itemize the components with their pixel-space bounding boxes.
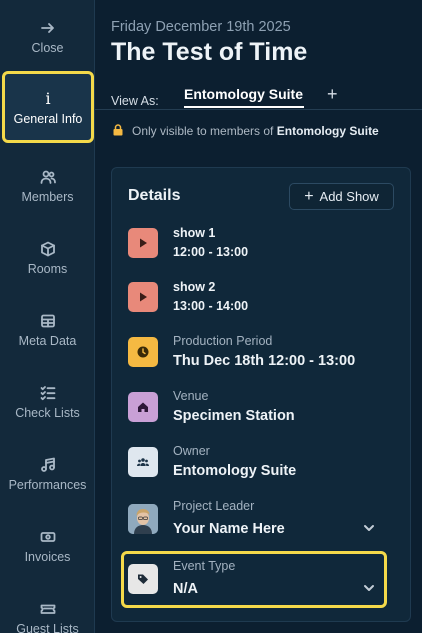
add-show-label: Add Show [319, 189, 379, 204]
sidebar-item-label: Members [21, 189, 74, 204]
sidebar-item-close[interactable]: Close [0, 0, 95, 72]
sidebar-item-label: Rooms [27, 261, 68, 276]
project-leader-label: Project Leader [173, 499, 255, 513]
sidebar-item-invoices[interactable]: Invoices [0, 509, 95, 581]
sidebar-item-label: Performances [8, 477, 87, 492]
cube-icon [40, 239, 56, 259]
visibility-note: Only visible to members of Entomology Su… [132, 124, 379, 138]
event-type-label: Event Type [173, 559, 236, 573]
sidebar-item-label: Guest Lists [16, 621, 79, 633]
add-show-button[interactable]: + Add Show [289, 183, 394, 210]
owner-label: Owner [173, 444, 210, 458]
money-icon [40, 527, 56, 547]
venue-value[interactable]: Specimen Station [173, 408, 295, 424]
sidebar-item-meta-data[interactable]: Meta Data [0, 293, 95, 365]
tab-entomology-suite[interactable]: Entomology Suite [184, 86, 303, 102]
production-period-label: Production Period [173, 334, 273, 348]
chevron-down-icon[interactable] [362, 521, 376, 535]
music-icon [40, 455, 56, 475]
details-title: Details [128, 187, 181, 204]
sidebar: Close i General Info Members Rooms Meta … [0, 0, 95, 633]
sidebar-item-label: General Info [13, 111, 83, 126]
chevron-down-icon[interactable] [362, 581, 376, 595]
group-icon [128, 447, 158, 477]
sidebar-item-label: Invoices [24, 549, 71, 564]
sidebar-item-rooms[interactable]: Rooms [0, 221, 95, 293]
venue-label: Venue [173, 389, 209, 403]
owner-value[interactable]: Entomology Suite [173, 463, 296, 479]
page-title: The Test of Time [111, 38, 308, 66]
home-icon [128, 392, 158, 422]
sidebar-item-label: Meta Data [18, 333, 77, 348]
sidebar-item-general-info[interactable]: i General Info [2, 71, 94, 143]
show-name[interactable]: show 2 [173, 280, 215, 294]
sidebar-item-members[interactable]: Members [0, 149, 95, 221]
tab-divider [95, 109, 422, 110]
event-type-select[interactable]: N/A [173, 581, 198, 597]
app-window: Close i General Info Members Rooms Meta … [0, 0, 422, 633]
sidebar-item-label: Close [31, 40, 64, 55]
project-leader-select[interactable]: Your Name Here [173, 521, 285, 537]
show-time: 13:00 - 14:00 [173, 299, 249, 313]
avatar [128, 504, 158, 534]
show-name[interactable]: show 1 [173, 226, 215, 240]
play-icon[interactable] [128, 228, 158, 258]
play-icon[interactable] [128, 282, 158, 312]
add-tab-button[interactable]: + [327, 84, 338, 105]
lock-icon [113, 124, 123, 136]
tag-icon [128, 564, 158, 594]
sidebar-item-check-lists[interactable]: Check Lists [0, 365, 95, 437]
sidebar-item-label: Check Lists [15, 405, 80, 420]
visibility-prefix: Only visible to members of [132, 124, 274, 138]
sidebar-item-performances[interactable]: Performances [0, 437, 95, 509]
show-time: 12:00 - 13:00 [173, 245, 249, 259]
sidebar-item-guest-lists[interactable]: Guest Lists [0, 581, 95, 633]
active-tab-indicator [184, 106, 304, 108]
members-icon [40, 167, 56, 187]
clock-icon [128, 337, 158, 367]
visibility-group: Entomology Suite [276, 124, 379, 138]
checklist-icon [40, 383, 56, 403]
table-icon [40, 311, 56, 331]
plus-icon: + [304, 187, 314, 205]
ticket-icon [40, 599, 56, 619]
view-as-label: View As: [111, 94, 159, 108]
arrow-right-icon [40, 18, 56, 38]
production-period-value[interactable]: Thu Dec 18th 12:00 - 13:00 [173, 353, 355, 369]
event-date: Friday December 19th 2025 [111, 19, 291, 35]
info-icon: i [45, 89, 51, 108]
event-type-highlight [121, 551, 387, 608]
